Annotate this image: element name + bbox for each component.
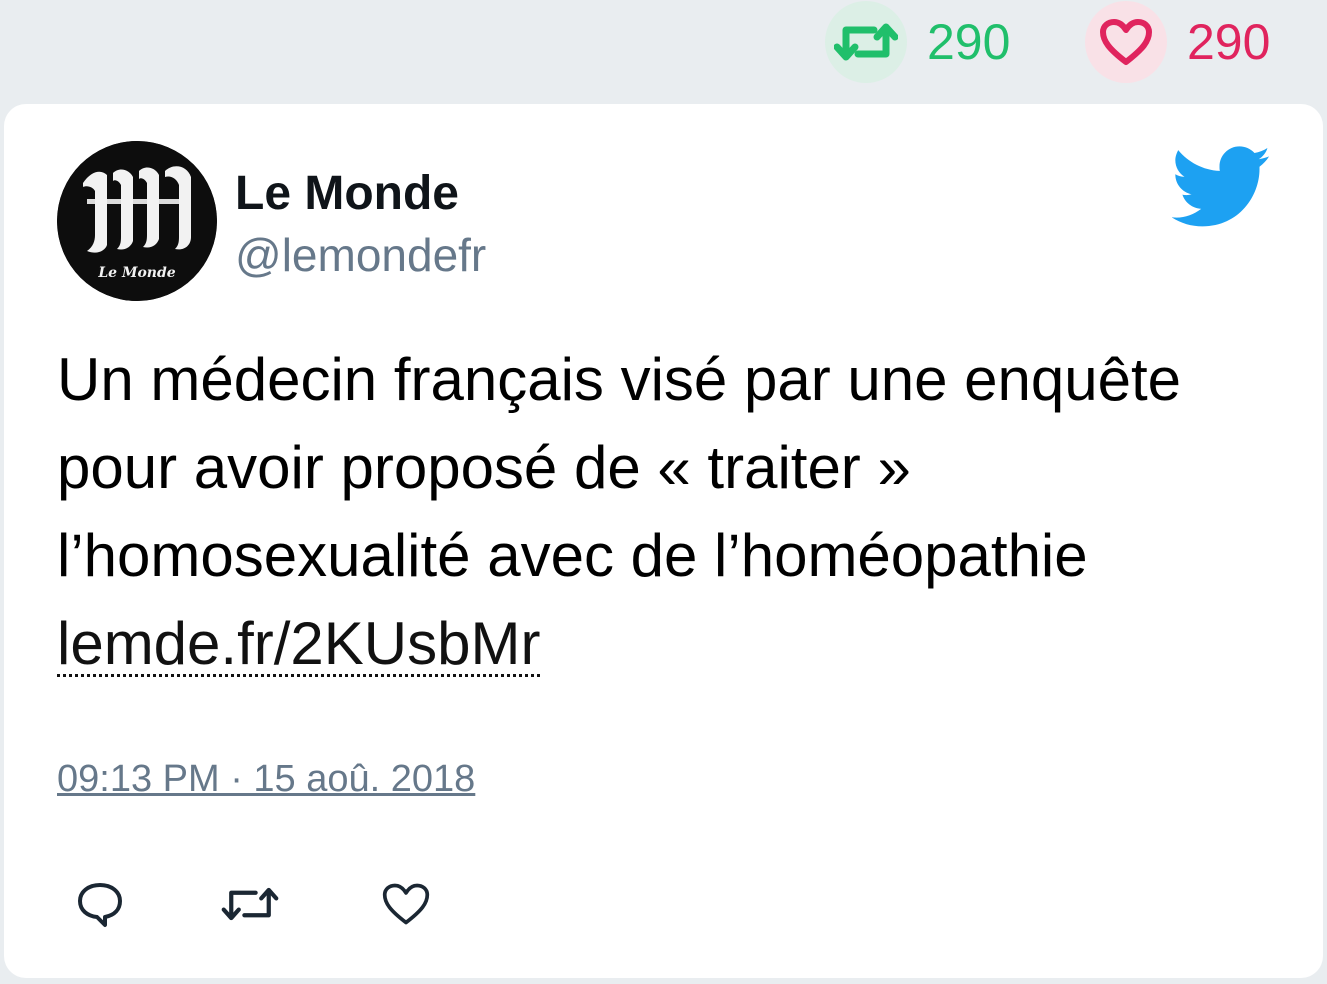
top-stats-bar: 290 290	[0, 0, 1327, 100]
avatar[interactable]: Le Monde	[57, 141, 217, 301]
retweet-stat-icon-circle	[825, 1, 907, 83]
svg-text:Le Monde: Le Monde	[97, 265, 175, 281]
tweet-timestamp[interactable]: 09:13 PM · 15 aoû. 2018	[57, 758, 475, 801]
twitter-logo-icon	[1171, 146, 1271, 227]
retweet-icon	[221, 887, 279, 921]
like-stat[interactable]: 290	[1085, 1, 1271, 83]
tweet-card: Le Monde Le Monde @lemondefr Un médecin …	[4, 104, 1323, 978]
le-monde-logo-icon: Le Monde	[57, 141, 217, 301]
author-name[interactable]: Le Monde	[235, 166, 459, 221]
tweet-body: Un médecin français visé par une enquête…	[57, 336, 1287, 688]
reply-button[interactable]	[70, 874, 130, 934]
reply-icon	[78, 883, 122, 927]
like-count: 290	[1187, 14, 1271, 70]
tweet-link[interactable]: lemde.fr/2KUsbMr	[57, 614, 541, 677]
heart-icon	[382, 883, 430, 925]
retweet-button[interactable]	[220, 874, 280, 934]
tweet-text: Un médecin français visé par une enquête…	[57, 346, 1182, 589]
retweet-icon	[834, 23, 898, 61]
retweet-count: 290	[927, 14, 1011, 70]
twitter-bird-icon[interactable]	[1171, 146, 1272, 230]
author-handle[interactable]: @lemondefr	[235, 228, 486, 282]
heart-icon	[1100, 19, 1152, 65]
retweet-stat[interactable]: 290	[825, 1, 1011, 83]
like-button[interactable]	[376, 874, 436, 934]
like-stat-icon-circle	[1085, 1, 1167, 83]
